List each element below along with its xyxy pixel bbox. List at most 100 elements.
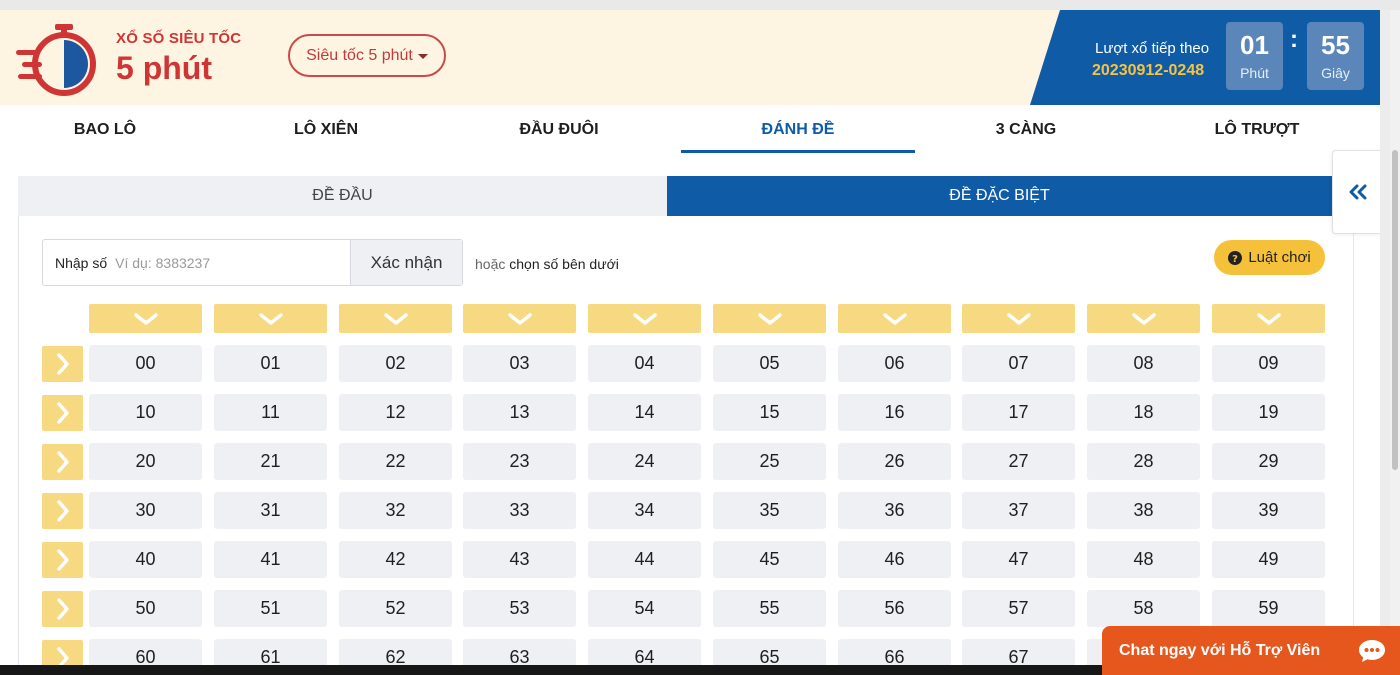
number-cell[interactable]: 24: [588, 443, 701, 480]
number-cell[interactable]: 34: [588, 492, 701, 529]
row-select-button[interactable]: [42, 493, 83, 529]
number-cell[interactable]: 02: [339, 345, 452, 382]
number-cell[interactable]: 06: [838, 345, 951, 382]
number-cell[interactable]: 10: [89, 394, 202, 431]
number-cell[interactable]: 22: [339, 443, 452, 480]
column-select-button[interactable]: [1087, 304, 1200, 333]
subtab-de-dau[interactable]: ĐỀ ĐẦU: [18, 176, 667, 216]
number-cell[interactable]: 16: [838, 394, 951, 431]
number-cell[interactable]: 40: [89, 541, 202, 578]
number-cell[interactable]: 42: [339, 541, 452, 578]
number-cell[interactable]: 25: [713, 443, 826, 480]
number-cell[interactable]: 41: [214, 541, 327, 578]
row-select-button[interactable]: [42, 542, 83, 578]
number-cell[interactable]: 13: [463, 394, 576, 431]
number-cell[interactable]: 26: [838, 443, 951, 480]
number-cell[interactable]: 64: [588, 639, 701, 665]
number-cell[interactable]: 33: [463, 492, 576, 529]
number-cell[interactable]: 12: [339, 394, 452, 431]
page-scrollbar-thumb[interactable]: [1392, 150, 1398, 470]
number-cell[interactable]: 66: [838, 639, 951, 665]
tab-3-cang[interactable]: 3 CÀNG: [909, 105, 1143, 155]
number-cell[interactable]: 27: [962, 443, 1075, 480]
number-input[interactable]: [115, 240, 344, 285]
number-cell[interactable]: 60: [89, 639, 202, 665]
number-cell[interactable]: 62: [339, 639, 452, 665]
number-cell[interactable]: 19: [1212, 394, 1325, 431]
tab-lo-truot[interactable]: LÔ TRƯỢT: [1140, 105, 1374, 155]
row-select-button[interactable]: [42, 346, 83, 382]
row-select-button[interactable]: [42, 444, 83, 480]
number-cell[interactable]: 31: [214, 492, 327, 529]
number-cell[interactable]: 63: [463, 639, 576, 665]
number-cell[interactable]: 47: [962, 541, 1075, 578]
number-cell[interactable]: 17: [962, 394, 1075, 431]
number-cell[interactable]: 57: [962, 590, 1075, 627]
number-cell[interactable]: 23: [463, 443, 576, 480]
number-cell[interactable]: 65: [713, 639, 826, 665]
column-select-button[interactable]: [838, 304, 951, 333]
number-cell[interactable]: 03: [463, 345, 576, 382]
row-select-button[interactable]: [42, 640, 83, 665]
number-cell[interactable]: 38: [1087, 492, 1200, 529]
column-select-button[interactable]: [339, 304, 452, 333]
column-select-button[interactable]: [89, 304, 202, 333]
number-cell[interactable]: 43: [463, 541, 576, 578]
column-select-button[interactable]: [588, 304, 701, 333]
number-cell[interactable]: 51: [214, 590, 327, 627]
number-cell[interactable]: 58: [1087, 590, 1200, 627]
number-cell[interactable]: 54: [588, 590, 701, 627]
number-cell[interactable]: 09: [1212, 345, 1325, 382]
number-cell[interactable]: 37: [962, 492, 1075, 529]
number-cell[interactable]: 39: [1212, 492, 1325, 529]
number-cell[interactable]: 67: [962, 639, 1075, 665]
number-cell[interactable]: 55: [713, 590, 826, 627]
number-cell[interactable]: 15: [713, 394, 826, 431]
number-cell[interactable]: 49: [1212, 541, 1325, 578]
column-select-button[interactable]: [713, 304, 826, 333]
number-cell[interactable]: 32: [339, 492, 452, 529]
number-cell[interactable]: 01: [214, 345, 327, 382]
column-select-button[interactable]: [1212, 304, 1325, 333]
number-cell[interactable]: 00: [89, 345, 202, 382]
number-cell[interactable]: 18: [1087, 394, 1200, 431]
number-cell[interactable]: 36: [838, 492, 951, 529]
chat-support-button[interactable]: Chat ngay với Hỗ Trợ Viên: [1102, 626, 1400, 675]
number-cell[interactable]: 56: [838, 590, 951, 627]
row-select-button[interactable]: [42, 591, 83, 627]
number-cell[interactable]: 07: [962, 345, 1075, 382]
column-select-button[interactable]: [463, 304, 576, 333]
number-cell[interactable]: 20: [89, 443, 202, 480]
number-cell[interactable]: 30: [89, 492, 202, 529]
number-cell[interactable]: 48: [1087, 541, 1200, 578]
tab-bao-lo[interactable]: BAO LÔ: [0, 105, 222, 155]
number-cell[interactable]: 29: [1212, 443, 1325, 480]
number-cell[interactable]: 08: [1087, 345, 1200, 382]
number-cell[interactable]: 45: [713, 541, 826, 578]
number-cell[interactable]: 46: [838, 541, 951, 578]
rules-button[interactable]: ? Luật chơi: [1214, 240, 1325, 275]
row-select-button[interactable]: [42, 395, 83, 431]
number-cell[interactable]: 05: [713, 345, 826, 382]
number-cell[interactable]: 59: [1212, 590, 1325, 627]
column-select-button[interactable]: [962, 304, 1075, 333]
number-cell[interactable]: 21: [214, 443, 327, 480]
number-cell[interactable]: 35: [713, 492, 826, 529]
subtab-de-dac-biet[interactable]: ĐỀ ĐẶC BIỆT: [667, 176, 1332, 216]
mode-dropdown[interactable]: Siêu tốc 5 phút: [288, 34, 446, 77]
number-cell[interactable]: 53: [463, 590, 576, 627]
tab-lo-xien[interactable]: LÔ XIÊN: [209, 105, 443, 155]
confirm-button[interactable]: Xác nhận: [350, 240, 462, 285]
number-cell[interactable]: 11: [214, 394, 327, 431]
number-cell[interactable]: 44: [588, 541, 701, 578]
number-cell[interactable]: 28: [1087, 443, 1200, 480]
number-cell[interactable]: 50: [89, 590, 202, 627]
side-panel-toggle[interactable]: [1332, 150, 1380, 234]
tab-dau-duoi[interactable]: ĐẦU ĐUÔI: [442, 105, 676, 155]
number-cell[interactable]: 61: [214, 639, 327, 665]
number-cell[interactable]: 52: [339, 590, 452, 627]
column-select-button[interactable]: [214, 304, 327, 333]
tab-danh-de[interactable]: ĐÁNH ĐỀ: [681, 105, 915, 155]
number-cell[interactable]: 04: [588, 345, 701, 382]
number-cell[interactable]: 14: [588, 394, 701, 431]
